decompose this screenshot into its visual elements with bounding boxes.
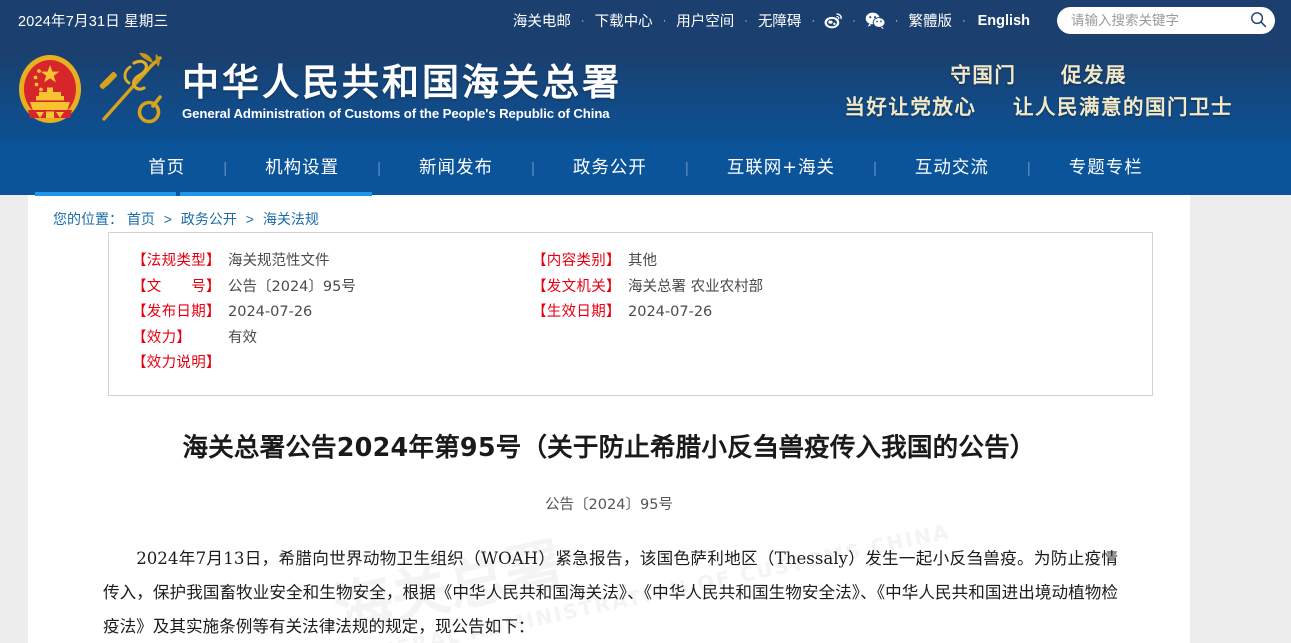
metadata-row: 【文 号】 公告〔2024〕95号 <box>132 275 509 301</box>
search-icon <box>1250 11 1267 31</box>
emblem-group <box>14 49 168 134</box>
document-paragraph: 2024年7月13日，希腊向世界动物卫生组织（WOAH）紧急报告，该国色萨利地区… <box>103 549 1118 637</box>
metadata-value-publish-date: 2024-07-26 <box>228 304 313 320</box>
search-box[interactable] <box>1057 7 1275 34</box>
slogan-line1-part1: 守国门 <box>950 62 1017 87</box>
metadata-value-validity: 有效 <box>228 329 257 346</box>
metadata-label-validity-note: 【效力说明】 <box>132 355 221 371</box>
breadcrumb-separator: > <box>245 211 254 227</box>
metadata-row: 【效力说明】 <box>132 351 509 377</box>
metadata-value-issuing-authority: 海关总署 农业农村部 <box>628 278 764 295</box>
metadata-column-right: 【内容类别】 其他 【发文机关】 海关总署 农业农村部 【生效日期】 2024-… <box>509 249 763 377</box>
metadata-label-effective-date: 【生效日期】 <box>532 304 621 320</box>
page-root: 2024年7月31日 星期三 海关电邮 · 下载中心 · 用户空间 · 无障碍 … <box>0 0 1291 643</box>
breadcrumb-item-government-affairs[interactable]: 政务公开 <box>181 211 237 227</box>
top-link-download-center[interactable]: 下载中心 <box>586 10 662 31</box>
top-utility-bar: 2024年7月31日 星期三 海关电邮 · 下载中心 · 用户空间 · 无障碍 … <box>0 0 1291 41</box>
breadcrumb-item-home[interactable]: 首页 <box>127 211 155 227</box>
search-input[interactable] <box>1071 13 1248 28</box>
top-link-customs-mail[interactable]: 海关电邮 <box>504 10 580 31</box>
current-date: 2024年7月31日 星期三 <box>18 14 169 30</box>
metadata-value-effective-date: 2024-07-26 <box>628 304 713 320</box>
page-title: 海关总署公告2024年第95号（关于防止希腊小反刍兽疫传入我国的公告） <box>182 432 1036 463</box>
metadata-label-issuing-authority: 【发文机关】 <box>532 278 621 295</box>
weibo-icon[interactable] <box>816 12 851 29</box>
metadata-row: 【生效日期】 2024-07-26 <box>532 300 763 326</box>
breadcrumb-item-customs-regulations[interactable]: 海关法规 <box>263 211 319 227</box>
document-body: 2024年7月13日，希腊向世界动物卫生组织（WOAH）紧急报告，该国色萨利地区… <box>103 542 1118 643</box>
slogan-line2-part2: 让人民满意的国门卫士 <box>1013 94 1233 119</box>
top-link-user-space[interactable]: 用户空间 <box>667 10 743 31</box>
metadata-label-content-category: 【内容类别】 <box>532 253 621 269</box>
top-link-english[interactable]: English <box>967 13 1039 29</box>
top-link-accessibility[interactable]: 无障碍 <box>749 10 811 31</box>
top-links: 海关电邮 · 下载中心 · 用户空间 · 无障碍 · · · 繁體版 · Eng… <box>504 10 1053 31</box>
metadata-value-regulation-type: 海关规范性文件 <box>228 253 330 269</box>
search-button[interactable] <box>1248 10 1269 32</box>
nav-item-government-affairs[interactable]: 政务公开 <box>535 142 685 195</box>
site-header: 2024年7月31日 星期三 海关电邮 · 下载中心 · 用户空间 · 无障碍 … <box>0 0 1291 142</box>
site-title-block: 中华人民共和国海关总署 General Administration of Cu… <box>182 61 622 121</box>
breadcrumb-prefix: 您的位置： <box>53 211 123 227</box>
breadcrumb: 您的位置： 首页 > 政务公开 > 海关法规 <box>28 195 1190 229</box>
metadata-row: 【发布日期】 2024-07-26 <box>132 300 509 326</box>
slogan-line2-part1: 当好让党放心 <box>844 94 977 119</box>
metadata-row: 【效力】 有效 <box>132 326 509 352</box>
main-navigation: 首页 | 机构设置 | 新闻发布 | 政务公开 | 互联网+海关 | 互动交流 … <box>0 142 1291 196</box>
wechat-icon[interactable] <box>857 12 894 29</box>
metadata-column-left: 【法规类型】 海关规范性文件 【文 号】 公告〔2024〕95号 【发布日期】 … <box>109 249 509 377</box>
nav-active-indicator <box>35 192 372 196</box>
nav-item-internet-plus-customs[interactable]: 互联网+海关 <box>689 142 873 195</box>
content-container: 您的位置： 首页 > 政务公开 > 海关法规 【法规类型】 海关规范性文件 【文… <box>28 195 1190 643</box>
top-link-traditional-chinese[interactable]: 繁體版 <box>899 10 961 31</box>
slogan-block: 守国门 促发展 当好让党放心 让人民满意的国门卫士 <box>830 60 1247 124</box>
slogan-line1-part2: 促发展 <box>1061 62 1127 87</box>
brand-row: 中华人民共和国海关总署 General Administration of Cu… <box>0 41 1291 142</box>
document-metadata-box: 【法规类型】 海关规范性文件 【文 号】 公告〔2024〕95号 【发布日期】 … <box>108 232 1153 396</box>
metadata-value-content-category: 其他 <box>628 253 657 269</box>
site-title-en: General Administration of Customs of the… <box>182 105 610 121</box>
content-background: 您的位置： 首页 > 政务公开 > 海关法规 【法规类型】 海关规范性文件 【文… <box>0 195 1291 643</box>
nav-item-special-columns[interactable]: 专题专栏 <box>1031 142 1181 195</box>
document-number-subtitle: 公告〔2024〕95号 <box>545 497 673 514</box>
metadata-label-validity: 【效力】 <box>132 329 192 346</box>
metadata-label-regulation-type: 【法规类型】 <box>132 253 221 269</box>
site-title-cn: 中华人民共和国海关总署 <box>182 61 622 105</box>
customs-key-caduceus-icon <box>90 49 168 134</box>
nav-item-news[interactable]: 新闻发布 <box>381 142 531 195</box>
metadata-row: 【发文机关】 海关总署 农业农村部 <box>532 275 763 301</box>
national-emblem-icon <box>14 52 86 132</box>
nav-item-interaction[interactable]: 互动交流 <box>877 142 1027 195</box>
nav-item-organization[interactable]: 机构设置 <box>227 142 377 195</box>
metadata-value-document-number: 公告〔2024〕95号 <box>228 278 356 295</box>
breadcrumb-separator: > <box>163 211 172 227</box>
nav-item-home[interactable]: 首页 <box>110 142 223 195</box>
metadata-label-document-number: 【文 号】 <box>132 278 221 295</box>
metadata-row: 【法规类型】 海关规范性文件 <box>132 249 509 275</box>
metadata-label-publish-date: 【发布日期】 <box>132 304 221 320</box>
metadata-row: 【内容类别】 其他 <box>532 249 763 275</box>
